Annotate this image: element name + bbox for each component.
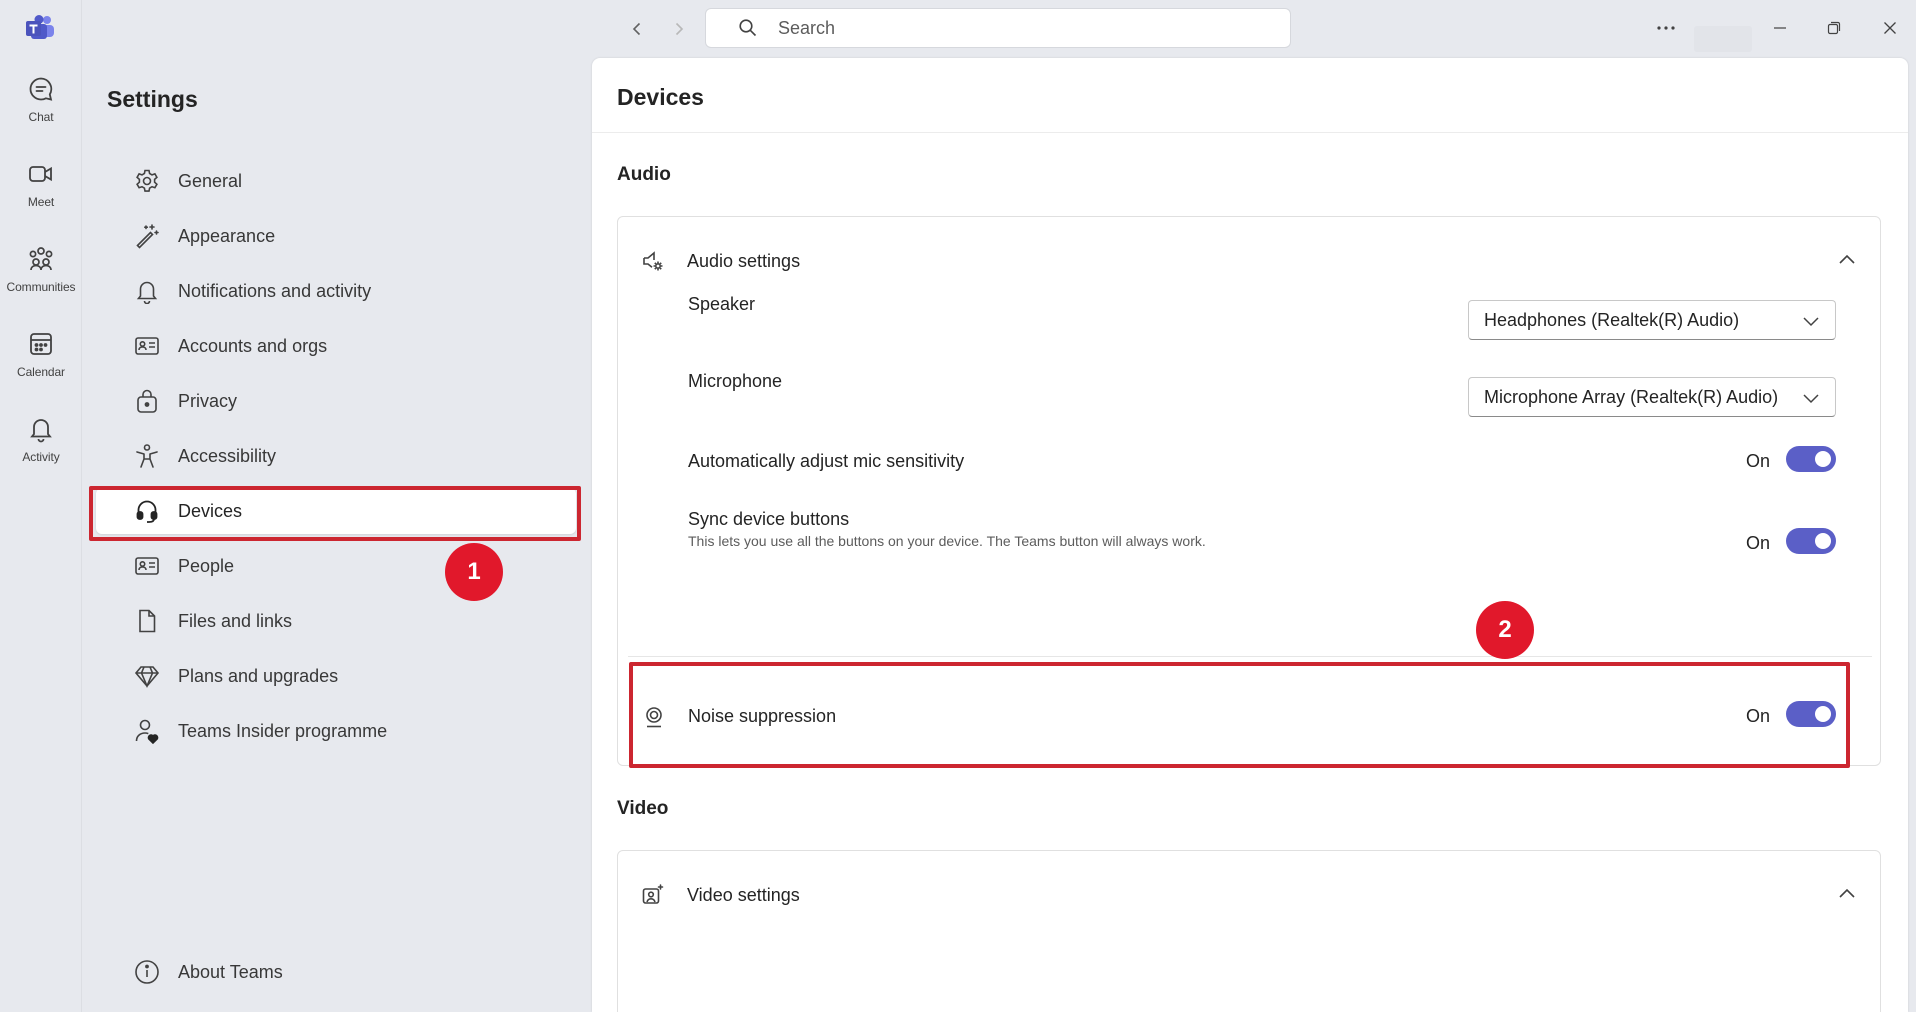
section-divider <box>628 656 1872 657</box>
speaker-label: Speaker <box>688 294 756 314</box>
back-button[interactable] <box>622 14 652 44</box>
menu-item-people[interactable]: People <box>96 543 576 589</box>
more-options-button[interactable] <box>1648 12 1684 44</box>
more-horizontal-icon <box>1657 26 1675 30</box>
toggle-knob <box>1815 533 1831 549</box>
contact-card-icon <box>134 553 160 579</box>
toggle-knob <box>1815 451 1831 467</box>
rail-item-label: Communities <box>6 280 76 294</box>
minimize-button[interactable] <box>1762 12 1798 44</box>
restore-icon <box>1827 21 1841 35</box>
menu-item-accessibility[interactable]: Accessibility <box>96 433 576 479</box>
close-button[interactable] <box>1872 12 1908 44</box>
sync-buttons-description: This lets you use all the buttons on you… <box>688 533 1206 549</box>
auto-adjust-label: Automatically adjust mic sensitivity <box>688 451 965 471</box>
devices-panel: Devices Audio Audio settings Speaker Hea… <box>592 58 1908 1012</box>
noise-suppression-label: Noise suppression <box>688 706 837 726</box>
restore-button[interactable] <box>1816 12 1852 44</box>
close-icon <box>1884 22 1896 34</box>
menu-item-general[interactable]: General <box>96 158 576 204</box>
video-section-title: Video <box>617 798 669 819</box>
speaker-value: Headphones (Realtek(R) Audio) <box>1484 309 1740 330</box>
accessibility-icon <box>134 443 160 469</box>
rail-item-label: Calendar <box>17 365 65 379</box>
audio-settings-title: Audio settings <box>687 250 801 271</box>
step-badge-2: 2 <box>1476 601 1534 659</box>
panel-header: Devices <box>592 58 1908 133</box>
chevron-down-icon <box>1803 394 1819 404</box>
microphone-value: Microphone Array (Realtek(R) Audio) <box>1484 386 1779 407</box>
speaker-dropdown[interactable]: Headphones (Realtek(R) Audio) <box>1468 300 1836 340</box>
video-settings-header[interactable]: Video settings <box>618 851 1880 939</box>
chevron-up-icon <box>1839 254 1855 264</box>
communities-icon <box>26 244 56 274</box>
id-card-icon <box>134 333 160 359</box>
rail-item-meet[interactable]: Meet <box>0 159 82 229</box>
menu-item-privacy[interactable]: Privacy <box>96 378 576 424</box>
menu-item-appearance[interactable]: Appearance <box>96 213 576 259</box>
bell-icon <box>26 414 56 444</box>
search-box[interactable] <box>705 8 1291 48</box>
noise-suppression-toggle[interactable] <box>1786 701 1836 727</box>
search-icon <box>739 19 757 37</box>
noise-suppression-icon <box>646 707 662 728</box>
rail-item-activity[interactable]: Activity <box>0 414 82 484</box>
video-camera-icon <box>26 159 56 189</box>
chevron-left-icon <box>632 22 641 36</box>
bell-icon <box>134 278 160 304</box>
headset-icon <box>134 498 160 524</box>
menu-item-files[interactable]: Files and links <box>96 598 576 644</box>
microphone-dropdown[interactable]: Microphone Array (Realtek(R) Audio) <box>1468 377 1836 417</box>
menu-item-notifications[interactable]: Notifications and activity <box>96 268 576 314</box>
magic-wand-icon <box>134 223 160 249</box>
step-badge-1: 1 <box>445 543 503 601</box>
chevron-down-icon <box>1803 317 1819 327</box>
rail-item-label: Chat <box>28 110 54 124</box>
toggle-knob <box>1815 706 1831 722</box>
chevron-up-icon <box>1839 888 1855 898</box>
profile-placeholder[interactable] <box>1694 26 1752 52</box>
teams-logo-icon[interactable] <box>25 15 55 41</box>
search-input[interactable] <box>778 17 1258 39</box>
person-heart-icon <box>134 718 160 744</box>
rail-item-communities[interactable]: Communities <box>0 244 82 314</box>
calendar-icon <box>26 329 56 359</box>
menu-item-devices[interactable]: Devices <box>96 488 576 534</box>
minimize-icon <box>1774 27 1786 29</box>
rail-item-label: Meet <box>27 195 55 209</box>
noise-suppression-state: On <box>1746 706 1771 726</box>
video-sparkle-icon <box>642 884 664 904</box>
auto-adjust-state: On <box>1746 451 1771 471</box>
speaker-settings-icon <box>643 251 663 271</box>
chevron-right-icon <box>675 22 684 36</box>
info-icon <box>134 959 160 985</box>
menu-item-about[interactable]: About Teams <box>96 949 576 995</box>
rail-item-calendar[interactable]: Calendar <box>0 329 82 399</box>
menu-item-insider[interactable]: Teams Insider programme <box>96 708 576 754</box>
audio-section-title: Audio <box>617 164 671 185</box>
gear-icon <box>134 168 160 194</box>
document-icon <box>134 608 160 634</box>
sync-buttons-label: Sync device buttons <box>688 509 850 529</box>
microphone-label: Microphone <box>688 371 783 391</box>
forward-button[interactable] <box>664 14 694 44</box>
sync-buttons-toggle[interactable] <box>1786 528 1836 554</box>
rail-item-label: Activity <box>22 450 60 464</box>
lock-icon <box>134 388 160 414</box>
audio-settings-header[interactable]: Audio settings <box>618 217 1880 305</box>
rail-item-chat[interactable]: Chat <box>0 74 82 144</box>
menu-item-accounts[interactable]: Accounts and orgs <box>96 323 576 369</box>
chat-icon <box>26 74 56 104</box>
audio-settings-card: Audio settings Speaker Headphones (Realt… <box>617 216 1881 766</box>
sync-buttons-state: On <box>1746 533 1771 553</box>
video-settings-card: Video settings <box>617 850 1881 1012</box>
app-rail: Chat Meet Communities Calendar Activity <box>0 0 82 1012</box>
menu-item-plans[interactable]: Plans and upgrades <box>96 653 576 699</box>
auto-adjust-toggle[interactable] <box>1786 446 1836 472</box>
video-settings-title: Video settings <box>687 884 800 905</box>
settings-title: Settings <box>107 86 198 112</box>
page-title: Devices <box>617 84 704 110</box>
diamond-icon <box>134 663 160 689</box>
